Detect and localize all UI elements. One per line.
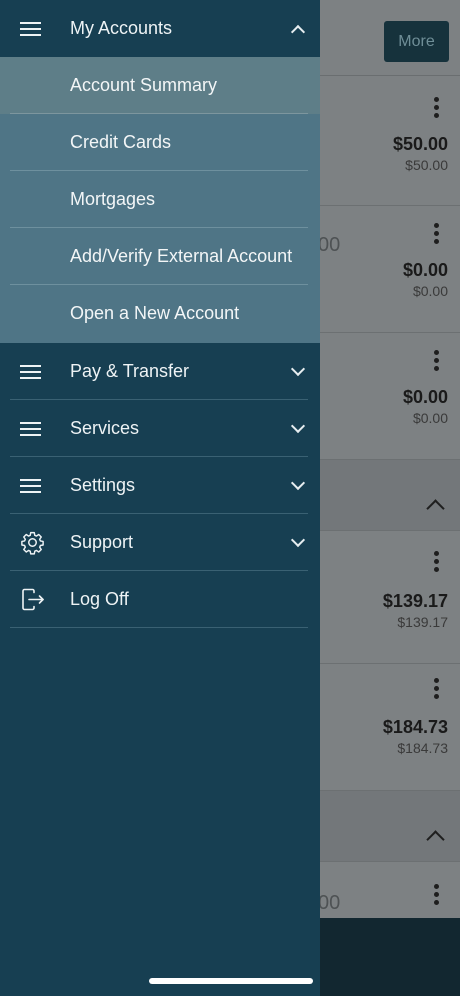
side-drawer: My Accounts Account Summary Credit Cards…: [0, 0, 320, 996]
my-accounts-submenu: Account Summary Credit Cards Mortgages A…: [0, 57, 320, 343]
hamburger-icon: [20, 418, 44, 442]
menu-label: Services: [70, 418, 140, 438]
menu-label: Support: [70, 532, 134, 552]
account-balance: $0.00: [402, 260, 448, 280]
gear-icon: [20, 530, 44, 555]
account-available: $0.00: [412, 410, 448, 426]
account-balance: $184.73: [382, 717, 448, 737]
menu-settings[interactable]: Settings: [0, 457, 320, 514]
chevron-up-icon[interactable]: [426, 499, 445, 518]
chevron-down-icon: [290, 475, 306, 490]
more-button[interactable]: More: [384, 21, 449, 62]
menu-label: Pay & Transfer: [70, 361, 190, 381]
menu-my-accounts[interactable]: My Accounts: [0, 0, 320, 57]
menu-label: Log Off: [70, 589, 129, 609]
submenu-item-account-summary[interactable]: Account Summary: [0, 57, 320, 114]
menu-services[interactable]: Services: [0, 400, 320, 457]
kebab-menu-icon[interactable]: [434, 223, 440, 247]
menu-label: My Accounts: [70, 18, 173, 38]
submenu-label: Add/Verify External Account: [70, 246, 293, 266]
kebab-menu-icon[interactable]: [434, 884, 440, 908]
chevron-down-icon: [290, 418, 306, 433]
menu-pay-transfer[interactable]: Pay & Transfer: [0, 343, 320, 400]
divider: [10, 627, 308, 628]
account-available: $0.00: [412, 283, 448, 299]
submenu-label: Credit Cards: [70, 132, 172, 152]
submenu-item-add-verify-external-account[interactable]: Add/Verify External Account: [0, 228, 320, 285]
home-indicator[interactable]: [149, 978, 313, 984]
menu-label: Settings: [70, 475, 136, 495]
account-available: $50.00: [405, 157, 448, 173]
account-balance: $50.00: [392, 134, 448, 154]
log-off-icon: [20, 587, 44, 611]
account-partial-text: 00: [318, 892, 341, 914]
account-partial-text: 00: [318, 234, 341, 256]
hamburger-icon: [20, 361, 44, 385]
menu-support[interactable]: Support: [0, 514, 320, 571]
submenu-item-mortgages[interactable]: Mortgages: [0, 171, 320, 228]
chevron-up-icon[interactable]: [426, 830, 445, 849]
chevron-down-icon: [290, 361, 306, 376]
submenu-item-credit-cards[interactable]: Credit Cards: [0, 114, 320, 171]
kebab-menu-icon[interactable]: [434, 678, 440, 702]
kebab-menu-icon[interactable]: [434, 350, 440, 374]
menu-log-off[interactable]: Log Off: [0, 571, 320, 628]
submenu-item-open-new-account[interactable]: Open a New Account: [0, 285, 320, 342]
kebab-menu-icon[interactable]: [434, 97, 440, 121]
hamburger-icon: [20, 18, 44, 42]
account-available: $139.17: [397, 614, 448, 630]
submenu-label: Open a New Account: [70, 303, 240, 323]
chevron-up-icon: [290, 24, 306, 39]
account-balance: $0.00: [402, 387, 448, 407]
account-balance: $139.17: [382, 591, 448, 611]
account-available: $184.73: [397, 740, 448, 756]
hamburger-icon: [20, 475, 44, 499]
chevron-down-icon: [290, 532, 306, 547]
submenu-label: Mortgages: [70, 189, 156, 209]
kebab-menu-icon[interactable]: [434, 551, 440, 575]
submenu-label: Account Summary: [70, 75, 218, 95]
